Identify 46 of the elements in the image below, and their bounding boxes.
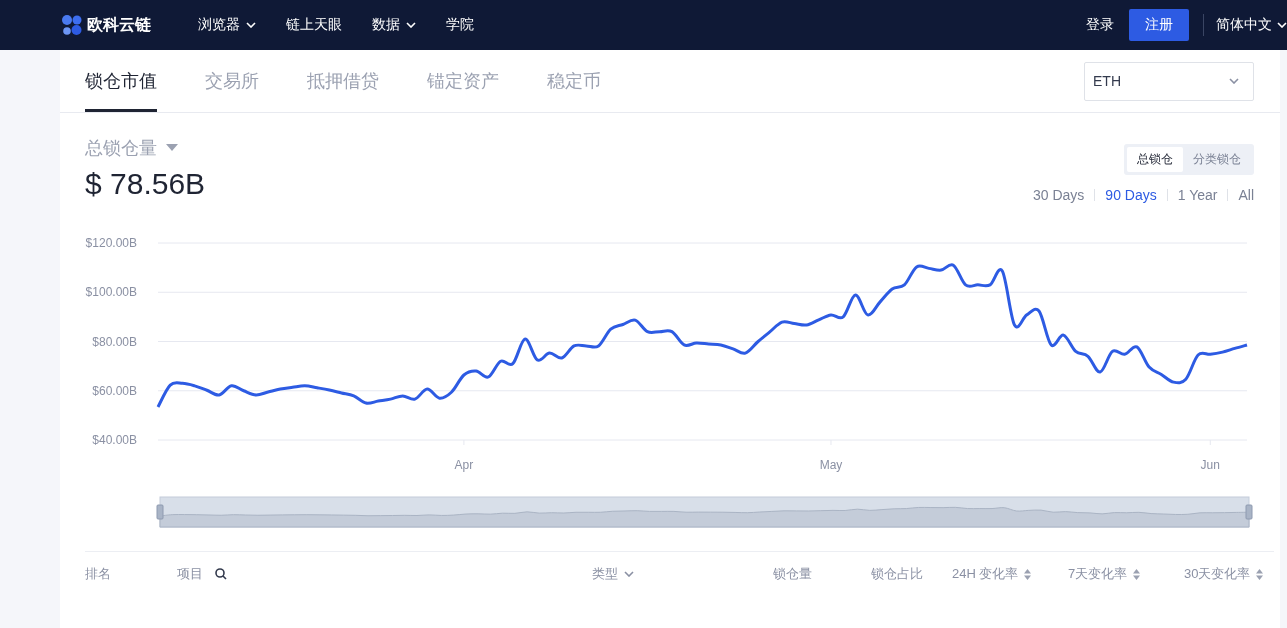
- sort-icon[interactable]: [1256, 568, 1264, 580]
- column-header: 排名: [85, 565, 111, 583]
- x-axis-label: Jun: [1200, 458, 1220, 472]
- range-option[interactable]: 30 Days: [1033, 187, 1085, 203]
- slider-handle[interactable]: [156, 504, 164, 520]
- column-header: 30天变化率: [1184, 565, 1251, 583]
- nav-link[interactable]: 链上天眼: [286, 16, 342, 34]
- logo-icon: [61, 14, 83, 36]
- y-axis-label: $100.00B: [85, 285, 137, 300]
- sort-icon[interactable]: [1024, 568, 1032, 580]
- range-option[interactable]: 90 Days: [1105, 187, 1157, 203]
- y-axis-label: $40.00B: [92, 433, 137, 447]
- chevron-down-icon: [624, 571, 634, 577]
- x-axis-label: May: [819, 458, 843, 472]
- range-slider[interactable]: [159, 496, 1250, 528]
- metric-label: 总锁仓量: [85, 137, 157, 160]
- column-header: 锁仓量: [773, 565, 812, 583]
- toggle-option[interactable]: 分类锁仓: [1183, 147, 1251, 172]
- chain-select[interactable]: ETH: [1084, 61, 1254, 101]
- y-axis-label: $80.00B: [92, 334, 137, 349]
- range-option[interactable]: 1 Year: [1177, 187, 1218, 203]
- column-header: 锁仓占比: [871, 565, 923, 583]
- chevron-down-icon: [1229, 78, 1239, 84]
- nav-link[interactable]: 学院: [446, 16, 474, 34]
- y-axis-label: $60.00B: [92, 383, 137, 398]
- search-icon[interactable]: [215, 568, 227, 580]
- slider-handle[interactable]: [1245, 504, 1253, 520]
- metric-value: $ 78.56B: [85, 167, 206, 201]
- column-header[interactable]: 类型: [592, 565, 773, 583]
- column-header: 项目: [177, 565, 203, 583]
- login-link[interactable]: 登录: [1086, 16, 1114, 34]
- tab[interactable]: 锁仓市值: [85, 50, 157, 112]
- nav-link[interactable]: 数据: [372, 16, 416, 34]
- column-header: 7天变化率: [1068, 565, 1128, 583]
- column-header: 24H 变化率: [952, 565, 1019, 583]
- nav-link[interactable]: 浏览器: [198, 16, 256, 34]
- range-option[interactable]: All: [1238, 187, 1254, 203]
- chevron-down-icon: [1277, 22, 1287, 28]
- caret-down-icon[interactable]: [166, 144, 178, 152]
- x-axis-label: Apr: [454, 458, 474, 472]
- register-button[interactable]: 注册: [1129, 9, 1189, 41]
- logo-text: 欧科云链: [87, 14, 151, 35]
- toggle-option[interactable]: 总锁仓: [1127, 147, 1183, 172]
- y-axis-label: $120.00B: [85, 236, 137, 250]
- sort-icon[interactable]: [1133, 568, 1141, 580]
- language-selector[interactable]: 简体中文: [1216, 16, 1287, 34]
